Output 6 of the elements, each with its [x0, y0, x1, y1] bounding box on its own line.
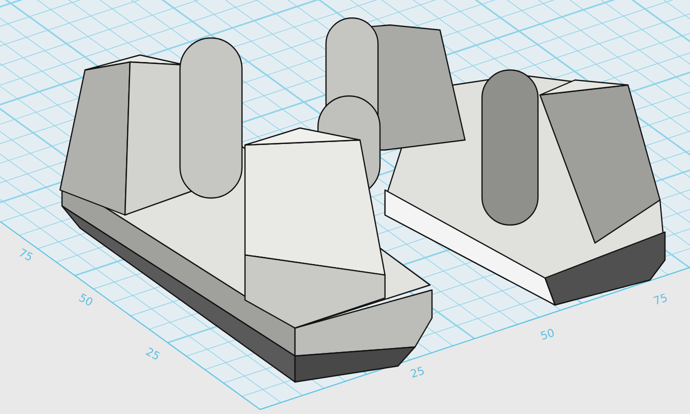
axis-label: 75	[16, 246, 36, 264]
axis-label: 50	[538, 326, 556, 343]
axis-label: 25	[408, 364, 426, 381]
axis-label: 50	[76, 291, 96, 310]
axis-label: 75	[652, 291, 670, 308]
axis-label: 25	[144, 345, 162, 364]
